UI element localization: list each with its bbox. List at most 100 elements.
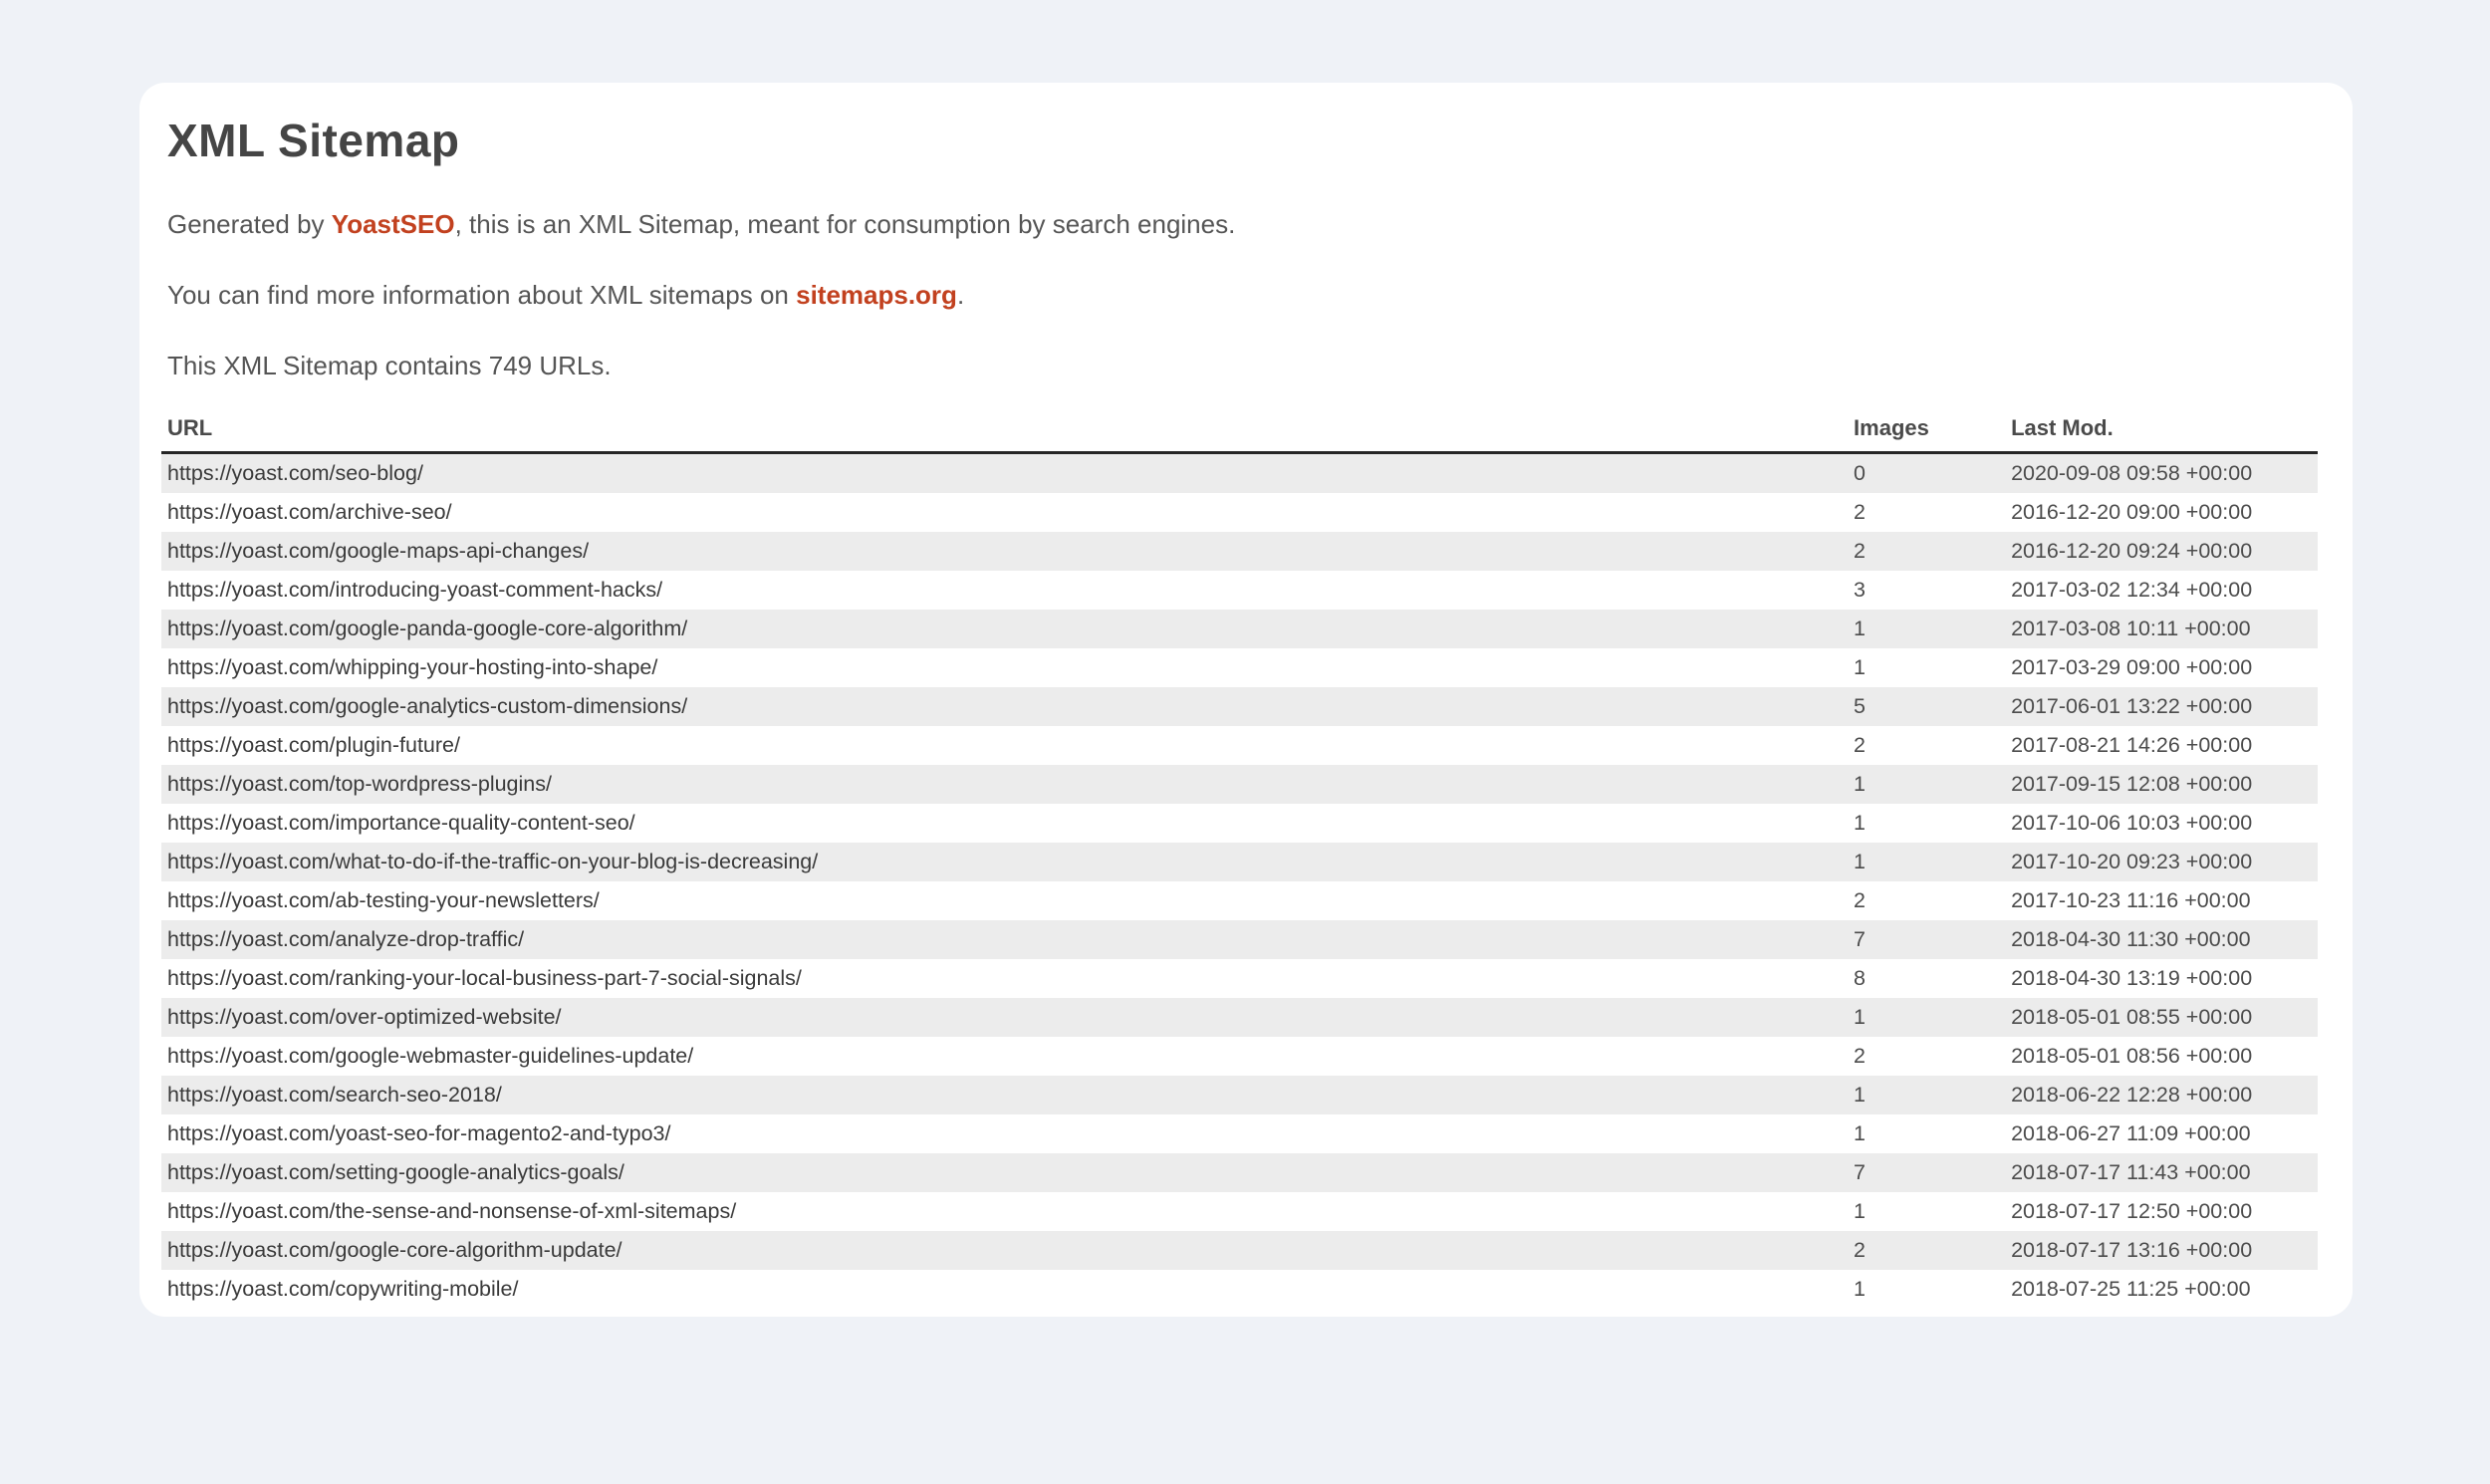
sitemaps-org-link[interactable]: sitemaps.org <box>796 280 957 310</box>
lastmod-cell: 2018-07-25 11:25 +00:00 <box>2005 1270 2318 1309</box>
url-cell: https://yoast.com/copywriting-mobile/ <box>161 1270 1848 1309</box>
url-cell: https://yoast.com/yoast-seo-for-magento2… <box>161 1114 1848 1153</box>
lastmod-cell: 2017-09-15 12:08 +00:00 <box>2005 765 2318 804</box>
table-row: https://yoast.com/copywriting-mobile/ 1 … <box>161 1270 2318 1309</box>
url-link[interactable]: https://yoast.com/google-panda-google-co… <box>167 617 687 640</box>
url-link[interactable]: https://yoast.com/google-analytics-custo… <box>167 694 687 718</box>
images-cell: 2 <box>1848 532 2005 571</box>
url-link[interactable]: https://yoast.com/setting-google-analyti… <box>167 1160 624 1184</box>
url-cell: https://yoast.com/top-wordpress-plugins/ <box>161 765 1848 804</box>
url-cell: https://yoast.com/search-seo-2018/ <box>161 1076 1848 1114</box>
url-cell: https://yoast.com/whipping-your-hosting-… <box>161 648 1848 687</box>
lastmod-cell: 2017-06-01 13:22 +00:00 <box>2005 687 2318 726</box>
url-link[interactable]: https://yoast.com/introducing-yoast-comm… <box>167 578 662 602</box>
url-link[interactable]: https://yoast.com/archive-seo/ <box>167 500 452 524</box>
url-link[interactable]: https://yoast.com/importance-quality-con… <box>167 811 635 835</box>
url-cell: https://yoast.com/seo-blog/ <box>161 453 1848 494</box>
lastmod-cell: 2020-09-08 09:58 +00:00 <box>2005 453 2318 494</box>
lastmod-cell: 2017-10-06 10:03 +00:00 <box>2005 804 2318 843</box>
lastmod-cell: 2018-04-30 13:19 +00:00 <box>2005 959 2318 998</box>
table-body: https://yoast.com/seo-blog/ 0 2020-09-08… <box>161 453 2318 1310</box>
images-cell: 3 <box>1848 571 2005 610</box>
url-link[interactable]: https://yoast.com/seo-blog/ <box>167 461 423 485</box>
table-row: https://yoast.com/ab-testing-your-newsle… <box>161 881 2318 920</box>
table-row: https://yoast.com/search-seo-2018/ 1 201… <box>161 1076 2318 1114</box>
images-cell: 0 <box>1848 453 2005 494</box>
url-link[interactable]: https://yoast.com/google-webmaster-guide… <box>167 1044 693 1068</box>
images-cell: 1 <box>1848 648 2005 687</box>
lastmod-cell: 2018-04-30 11:30 +00:00 <box>2005 920 2318 959</box>
table-row: https://yoast.com/google-analytics-custo… <box>161 687 2318 726</box>
url-link[interactable]: https://yoast.com/google-maps-api-change… <box>167 539 589 563</box>
table-row: https://yoast.com/plugin-future/ 2 2017-… <box>161 726 2318 765</box>
images-cell: 2 <box>1848 1037 2005 1076</box>
table-row: https://yoast.com/google-maps-api-change… <box>161 532 2318 571</box>
images-cell: 7 <box>1848 920 2005 959</box>
url-cell: https://yoast.com/over-optimized-website… <box>161 998 1848 1037</box>
url-cell: https://yoast.com/archive-seo/ <box>161 493 1848 532</box>
lastmod-cell: 2018-07-17 12:50 +00:00 <box>2005 1192 2318 1231</box>
url-count-text: This XML Sitemap contains 749 URLs. <box>167 352 2318 379</box>
lastmod-cell: 2017-08-21 14:26 +00:00 <box>2005 726 2318 765</box>
url-link[interactable]: https://yoast.com/what-to-do-if-the-traf… <box>167 850 818 873</box>
images-cell: 1 <box>1848 765 2005 804</box>
url-link[interactable]: https://yoast.com/over-optimized-website… <box>167 1005 562 1029</box>
sitemap-table: URL Images Last Mod. https://yoast.com/s… <box>161 409 2318 1309</box>
url-link[interactable]: https://yoast.com/google-core-algorithm-… <box>167 1238 622 1262</box>
url-cell: https://yoast.com/importance-quality-con… <box>161 804 1848 843</box>
url-link[interactable]: https://yoast.com/analyze-drop-traffic/ <box>167 927 524 951</box>
lastmod-cell: 2017-10-20 09:23 +00:00 <box>2005 843 2318 881</box>
images-cell: 1 <box>1848 610 2005 648</box>
table-row: https://yoast.com/top-wordpress-plugins/… <box>161 765 2318 804</box>
lastmod-cell: 2017-03-02 12:34 +00:00 <box>2005 571 2318 610</box>
column-header-lastmod: Last Mod. <box>2005 409 2318 453</box>
url-cell: https://yoast.com/google-webmaster-guide… <box>161 1037 1848 1076</box>
url-cell: https://yoast.com/analyze-drop-traffic/ <box>161 920 1848 959</box>
intro-info-suffix: . <box>957 280 964 310</box>
url-link[interactable]: https://yoast.com/yoast-seo-for-magento2… <box>167 1121 671 1145</box>
lastmod-cell: 2018-07-17 11:43 +00:00 <box>2005 1153 2318 1192</box>
images-cell: 7 <box>1848 1153 2005 1192</box>
lastmod-cell: 2016-12-20 09:00 +00:00 <box>2005 493 2318 532</box>
table-row: https://yoast.com/whipping-your-hosting-… <box>161 648 2318 687</box>
images-cell: 5 <box>1848 687 2005 726</box>
url-link[interactable]: https://yoast.com/top-wordpress-plugins/ <box>167 772 552 796</box>
lastmod-cell: 2018-05-01 08:56 +00:00 <box>2005 1037 2318 1076</box>
table-header: URL Images Last Mod. <box>161 409 2318 453</box>
table-row: https://yoast.com/over-optimized-website… <box>161 998 2318 1037</box>
intro-generated-prefix: Generated by <box>167 209 332 239</box>
url-cell: https://yoast.com/introducing-yoast-comm… <box>161 571 1848 610</box>
table-row: https://yoast.com/importance-quality-con… <box>161 804 2318 843</box>
url-link[interactable]: https://yoast.com/the-sense-and-nonsense… <box>167 1199 736 1223</box>
images-cell: 2 <box>1848 1231 2005 1270</box>
url-cell: https://yoast.com/ranking-your-local-bus… <box>161 959 1848 998</box>
url-link[interactable]: https://yoast.com/plugin-future/ <box>167 733 460 757</box>
table-row: https://yoast.com/archive-seo/ 2 2016-12… <box>161 493 2318 532</box>
images-cell: 1 <box>1848 1270 2005 1309</box>
url-cell: https://yoast.com/google-core-algorithm-… <box>161 1231 1848 1270</box>
images-cell: 1 <box>1848 998 2005 1037</box>
url-cell: https://yoast.com/google-maps-api-change… <box>161 532 1848 571</box>
table-row: https://yoast.com/google-panda-google-co… <box>161 610 2318 648</box>
table-row: https://yoast.com/what-to-do-if-the-traf… <box>161 843 2318 881</box>
url-link[interactable]: https://yoast.com/ab-testing-your-newsle… <box>167 888 600 912</box>
url-cell: https://yoast.com/plugin-future/ <box>161 726 1848 765</box>
intro-info-prefix: You can find more information about XML … <box>167 280 796 310</box>
url-link[interactable]: https://yoast.com/ranking-your-local-bus… <box>167 966 802 990</box>
url-link[interactable]: https://yoast.com/copywriting-mobile/ <box>167 1277 519 1301</box>
table-row: https://yoast.com/google-core-algorithm-… <box>161 1231 2318 1270</box>
lastmod-cell: 2017-03-29 09:00 +00:00 <box>2005 648 2318 687</box>
lastmod-cell: 2018-06-27 11:09 +00:00 <box>2005 1114 2318 1153</box>
url-link[interactable]: https://yoast.com/whipping-your-hosting-… <box>167 655 657 679</box>
url-link[interactable]: https://yoast.com/search-seo-2018/ <box>167 1083 502 1107</box>
url-cell: https://yoast.com/the-sense-and-nonsense… <box>161 1192 1848 1231</box>
url-cell: https://yoast.com/what-to-do-if-the-traf… <box>161 843 1848 881</box>
images-cell: 2 <box>1848 726 2005 765</box>
url-cell: https://yoast.com/ab-testing-your-newsle… <box>161 881 1848 920</box>
lastmod-cell: 2018-05-01 08:55 +00:00 <box>2005 998 2318 1037</box>
lastmod-cell: 2018-06-22 12:28 +00:00 <box>2005 1076 2318 1114</box>
page-title: XML Sitemap <box>167 115 2318 167</box>
yoast-seo-link[interactable]: YoastSEO <box>332 209 455 239</box>
table-row: https://yoast.com/yoast-seo-for-magento2… <box>161 1114 2318 1153</box>
sitemap-card: XML Sitemap Generated by YoastSEO, this … <box>139 83 2353 1317</box>
